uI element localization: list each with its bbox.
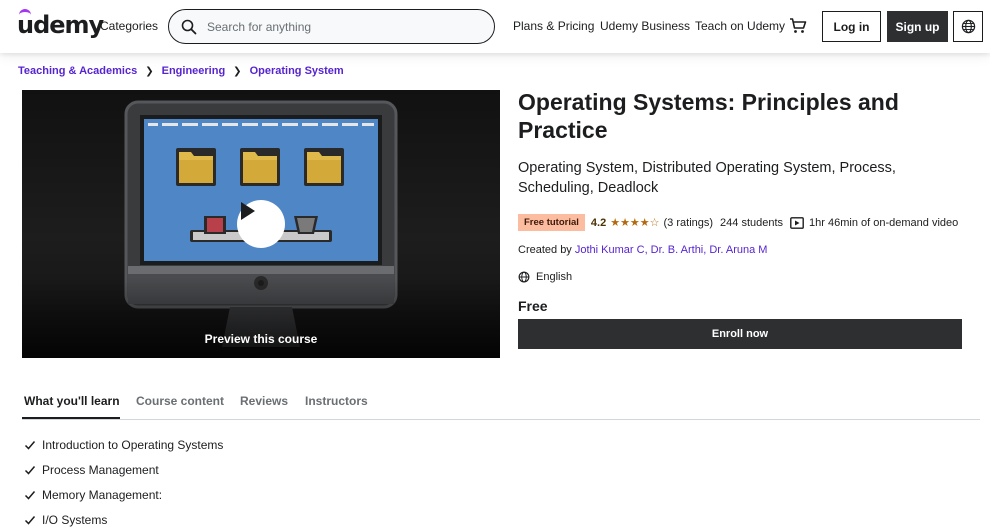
list-item: Process Management xyxy=(24,457,223,482)
chevron-right-icon: ❯ xyxy=(145,65,154,77)
list-item: Introduction to Operating Systems xyxy=(24,432,223,457)
enroll-button[interactable]: Enroll now xyxy=(518,319,962,349)
learn-item-text: Introduction to Operating Systems xyxy=(42,437,224,452)
free-tutorial-badge: Free tutorial xyxy=(518,214,585,231)
tab-instructors[interactable]: Instructors xyxy=(305,394,368,408)
language-label: English xyxy=(536,271,573,283)
video-icon xyxy=(790,216,804,229)
learn-item-text: Process Management xyxy=(42,462,159,477)
play-button[interactable] xyxy=(237,200,285,248)
chevron-right-icon: ❯ xyxy=(233,65,242,77)
created-by: Created by Jothi Kumar C, Dr. B. Arthi, … xyxy=(518,244,767,256)
course-preview[interactable]: Preview this course xyxy=(22,90,500,358)
video-length: 1hr 46min of on-demand video xyxy=(809,216,959,229)
cart-icon[interactable] xyxy=(789,17,807,35)
tab-what-youll-learn[interactable]: What you'll learn xyxy=(24,394,120,408)
star-rating-icon: ★★★★☆ xyxy=(610,217,660,229)
instructor-links[interactable]: Jothi Kumar C, Dr. B. Arthi, Dr. Aruna M xyxy=(575,244,768,256)
course-subtitle: Operating System, Distributed Operating … xyxy=(518,160,896,196)
play-icon xyxy=(241,202,255,220)
breadcrumb: Teaching & Academics ❯ Engineering ❯ Ope… xyxy=(18,65,344,77)
check-icon xyxy=(24,440,36,450)
plans-pricing-link[interactable]: Plans & Pricing xyxy=(513,19,594,33)
rating-value: 4.2 xyxy=(590,216,607,229)
globe-icon xyxy=(518,271,530,283)
udemy-business-link[interactable]: Udemy Business xyxy=(600,19,690,33)
categories-link[interactable]: Categories xyxy=(100,19,158,33)
search-icon[interactable] xyxy=(181,19,197,35)
tab-course-content[interactable]: Course content xyxy=(136,394,224,408)
search-bar[interactable] xyxy=(168,9,495,44)
breadcrumb-operating-system[interactable]: Operating System xyxy=(250,65,344,77)
rating-count[interactable]: (3 ratings) xyxy=(664,217,714,229)
list-item: Memory Management: xyxy=(24,482,223,507)
list-item: I/O Systems xyxy=(24,507,223,527)
course-price: Free xyxy=(518,298,548,314)
teach-on-udemy-link[interactable]: Teach on Udemy xyxy=(695,19,785,33)
tab-reviews[interactable]: Reviews xyxy=(240,394,288,408)
check-icon xyxy=(24,490,36,500)
check-icon xyxy=(24,515,36,525)
globe-icon xyxy=(961,19,975,34)
top-header: udemy Categories Plans & Pricing Udemy B… xyxy=(0,0,990,53)
check-icon xyxy=(24,465,36,475)
language-button[interactable] xyxy=(953,11,983,42)
learn-item-text: Memory Management: xyxy=(42,487,163,502)
student-count: 244 students xyxy=(720,216,784,229)
udemy-logo[interactable]: udemy xyxy=(17,11,104,39)
preview-gradient xyxy=(22,278,500,358)
search-input[interactable] xyxy=(207,10,487,43)
active-tab-indicator xyxy=(22,417,120,419)
learn-list: Introduction to Operating Systems Proces… xyxy=(24,432,223,527)
login-button[interactable]: Log in xyxy=(822,11,881,42)
course-title: Operating Systems: Principles and Practi… xyxy=(518,89,899,143)
language-info: English xyxy=(518,271,572,283)
breadcrumb-teaching-academics[interactable]: Teaching & Academics xyxy=(18,65,137,77)
course-meta: Free tutorial 4.2 ★★★★☆ (3 ratings) 244 … xyxy=(518,214,958,231)
breadcrumb-engineering[interactable]: Engineering xyxy=(162,65,226,77)
learn-item-text: I/O Systems xyxy=(42,512,108,527)
course-tabs: What you'll learn Course content Reviews… xyxy=(22,380,980,420)
created-by-label: Created by xyxy=(518,244,572,256)
signup-button[interactable]: Sign up xyxy=(887,11,948,42)
preview-label[interactable]: Preview this course xyxy=(22,332,500,346)
